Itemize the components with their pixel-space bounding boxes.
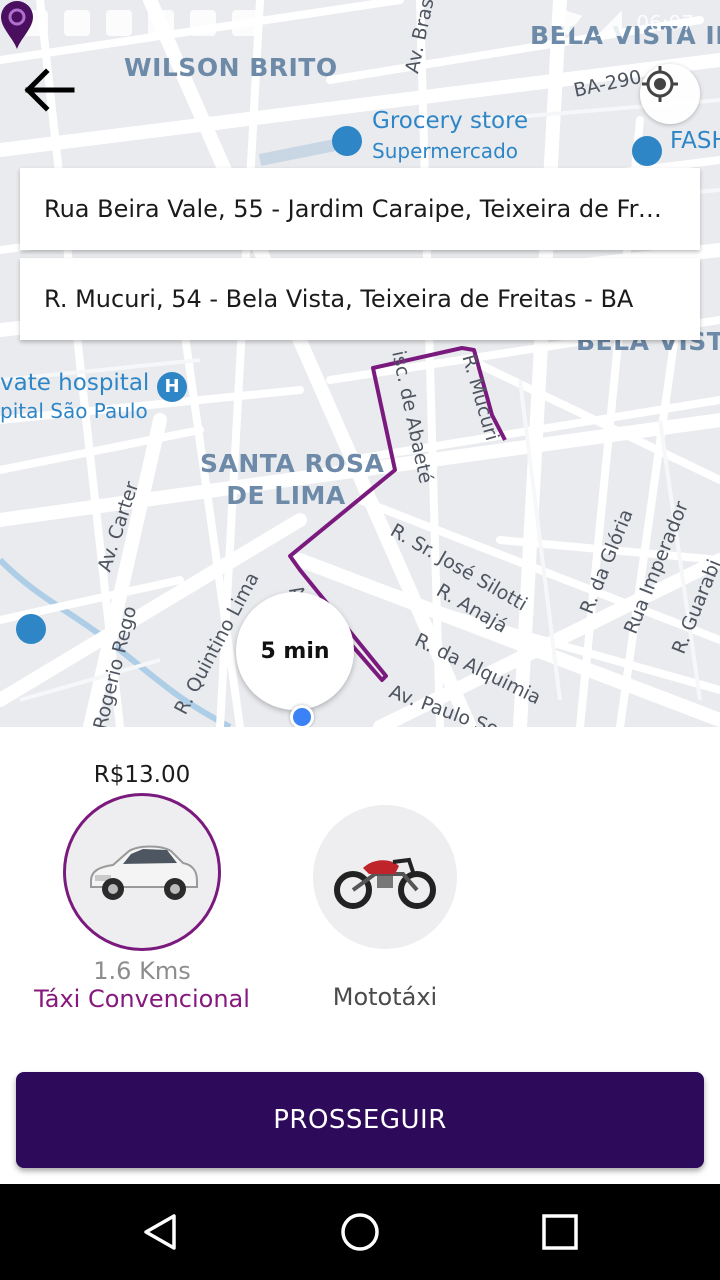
nav-back-button[interactable] — [136, 1208, 184, 1256]
school-icon[interactable] — [632, 136, 662, 166]
proceed-button[interactable]: PROSSEGUIR — [16, 1072, 704, 1168]
status-bar: 06:07 — [0, 0, 720, 48]
option-price: R$13.00 — [93, 762, 191, 788]
mail-icon — [190, 10, 216, 36]
option-image-circle[interactable] — [313, 805, 457, 949]
eta-bubble: 5 min — [236, 592, 354, 710]
option-label: Mototáxi — [332, 983, 438, 1011]
nav-recents-button[interactable] — [536, 1208, 584, 1256]
option-distance: 1.6 Kms — [93, 957, 191, 985]
option-image-circle[interactable] — [63, 793, 221, 951]
car-icon — [90, 845, 198, 900]
option-taxi-convencional[interactable]: R$13.00 1.6 Kms Táxi Convencional — [22, 757, 262, 1013]
clock: 06:07 — [636, 11, 694, 35]
map-view[interactable]: WILSON BRITO BELA VISTA II SANTA ROSA DE… — [0, 0, 720, 727]
notification-icons — [22, 10, 258, 36]
circle-home-icon — [341, 1213, 379, 1251]
origin-marker — [290, 705, 314, 729]
calendar-icon — [106, 10, 132, 36]
poi-grocery-store-subtitle: Supermercado — [372, 139, 518, 163]
eta-text: 5 min — [260, 638, 330, 664]
restaurant-icon[interactable] — [16, 614, 46, 644]
map-label-wilson-brito: WILSON BRITO — [124, 53, 338, 82]
arrow-left-icon — [24, 68, 75, 112]
my-location-button[interactable] — [640, 64, 700, 124]
destination-address-text: R. Mucuri, 54 - Bela Vista, Teixeira de … — [44, 285, 634, 313]
notification-icon — [148, 10, 174, 36]
image-icon — [64, 10, 90, 36]
wifi-icon — [552, 11, 583, 35]
option-mototaxi[interactable]: Mototáxi — [280, 805, 490, 1011]
triangle-back-icon — [144, 1214, 176, 1250]
destination-address-field[interactable]: R. Mucuri, 54 - Bela Vista, Teixeira de … — [20, 258, 700, 340]
square-recents-icon — [542, 1214, 578, 1250]
ride-options-sheet: R$13.00 1.6 Kms Táxi Convencional Mototá… — [0, 727, 720, 1184]
option-label: Táxi Convencional — [34, 985, 250, 1013]
map-streets — [0, 0, 720, 727]
origin-address-field[interactable]: Rua Beira Vale, 55 - Jardim Caraipe, Tei… — [20, 168, 700, 250]
poi-hospital[interactable]: vate hospital — [0, 370, 149, 396]
system-icons: 06:07 — [552, 10, 694, 36]
hospital-icon[interactable]: H — [157, 372, 187, 402]
map-label-santa-rosa: SANTA ROSA — [200, 449, 385, 478]
crosshair-icon — [642, 66, 678, 102]
signal-icon — [596, 10, 623, 36]
android-icon — [232, 10, 258, 36]
poi-hospital-subtitle: pital São Paulo — [0, 399, 148, 423]
origin-address-text: Rua Beira Vale, 55 - Jardim Caraipe, Tei… — [44, 195, 676, 223]
system-navigation-bar — [0, 1184, 720, 1280]
poi-grocery-store[interactable]: Grocery store — [372, 108, 528, 134]
motorcycle-icon — [334, 857, 436, 909]
grocery-store-icon[interactable] — [332, 126, 362, 156]
nav-home-button[interactable] — [336, 1208, 384, 1256]
back-button[interactable] — [20, 66, 84, 130]
destination-pin-icon — [1, 1, 33, 49]
poi-fash[interactable]: FASH — [670, 128, 720, 154]
map-label-de-lima: DE LIMA — [226, 481, 346, 510]
